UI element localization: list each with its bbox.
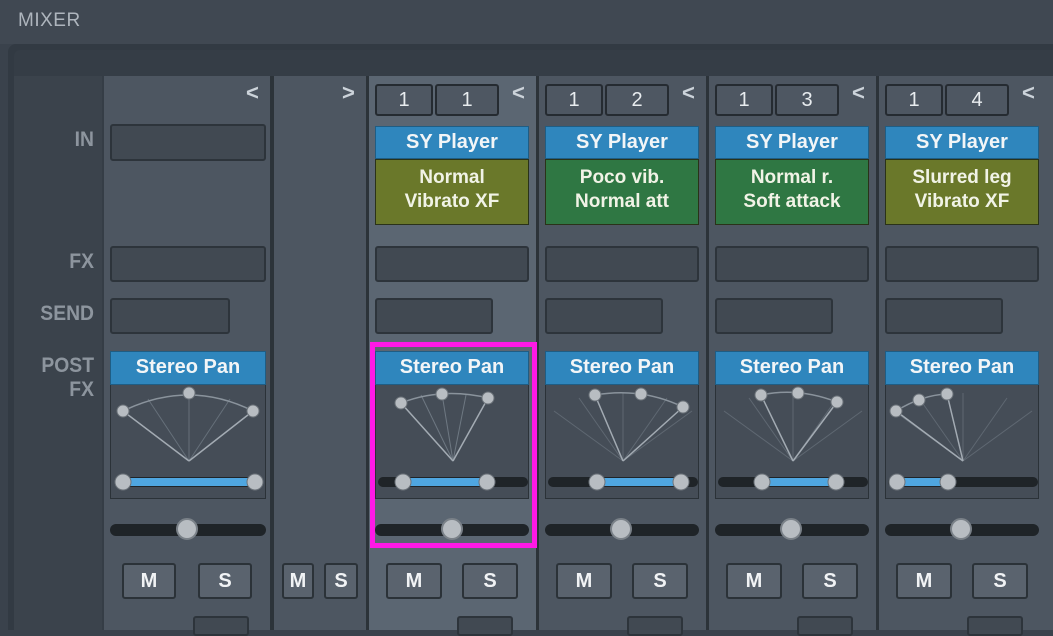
collapse-channel-4-button[interactable]: < [1022, 80, 1035, 106]
aux-solo-button[interactable]: S [324, 563, 358, 599]
channel-2-pan-graph [548, 387, 698, 491]
channel-4-preset[interactable]: Slurred leg Vibrato XF [885, 159, 1039, 225]
channel-4-mute-button[interactable]: M [896, 563, 952, 599]
channel-2-output-field[interactable] [627, 616, 683, 636]
channel-4-solo-button[interactable]: S [972, 563, 1028, 599]
channel-3-volume-knob[interactable] [780, 518, 802, 540]
master-mute-button[interactable]: M [122, 563, 176, 599]
channel-1-mute-button[interactable]: M [386, 563, 442, 599]
channel-3-output-field[interactable] [797, 616, 853, 636]
master-output-field[interactable] [193, 616, 249, 636]
channel-4-preset-line1: Slurred leg [912, 167, 1012, 188]
channel-3-mute-button[interactable]: M [726, 563, 782, 599]
master-stereo-pan-header[interactable]: Stereo Pan [110, 351, 266, 385]
selection-highlight [370, 342, 537, 548]
aux-mute-button[interactable]: M [282, 563, 314, 599]
channel-3-preset-line1: Normal r. [750, 167, 834, 188]
collapse-master-button[interactable]: < [246, 80, 259, 106]
channel-3-send-slot[interactable] [715, 298, 833, 334]
channel-4-send-slot[interactable] [885, 298, 1003, 334]
channel-3-channel-box[interactable]: 3 [775, 84, 839, 116]
channel-3-fx-slot[interactable] [715, 246, 869, 282]
channel-2-instrument-header[interactable]: SY Player [545, 126, 699, 159]
channel-1-preset-line2: Vibrato XF [404, 191, 500, 212]
master-solo-button[interactable]: S [198, 563, 252, 599]
channel-4-output-field[interactable] [967, 616, 1023, 636]
mixer-titlebar [0, 0, 1053, 44]
collapse-channel-1-button[interactable]: < [512, 80, 525, 106]
channel-3-port-box[interactable]: 1 [715, 84, 773, 116]
channel-2-send-slot[interactable] [545, 298, 663, 334]
master-stereo-pan-display[interactable] [110, 385, 266, 499]
channel-4-instrument-header[interactable]: SY Player [885, 126, 1039, 159]
master-input-slot[interactable] [110, 124, 266, 161]
channel-1-channel-box[interactable]: 1 [435, 84, 499, 116]
row-label-fx: FX [69, 250, 94, 273]
channel-1-send-slot[interactable] [375, 298, 493, 334]
channel-2-stereo-pan-header[interactable]: Stereo Pan [545, 351, 699, 385]
channel-1-instrument-header[interactable]: SY Player [375, 126, 529, 159]
row-label-send: SEND [40, 302, 94, 325]
channel-4-pan-graph [888, 387, 1038, 491]
channel-1-port-box[interactable]: 1 [375, 84, 433, 116]
channel-3-preset[interactable]: Normal r. Soft attack [715, 159, 869, 225]
channel-4-channel-box[interactable]: 4 [945, 84, 1009, 116]
master-volume-knob[interactable] [176, 518, 198, 540]
channel-2-preset-line2: Normal att [575, 191, 669, 212]
channel-4-port-box[interactable]: 1 [885, 84, 943, 116]
channel-2-preset[interactable]: Poco vib. Normal att [545, 159, 699, 225]
channel-4-stereo-pan-header[interactable]: Stereo Pan [885, 351, 1039, 385]
channel-2-fx-slot[interactable] [545, 246, 699, 282]
channel-2-preset-line1: Poco vib. [579, 167, 665, 188]
channel-3-solo-button[interactable]: S [802, 563, 858, 599]
collapse-channel-3-button[interactable]: < [852, 80, 865, 106]
channel-4-volume-knob[interactable] [950, 518, 972, 540]
collapse-channel-2-button[interactable]: < [682, 80, 695, 106]
channel-4-stereo-pan-display[interactable] [885, 385, 1039, 499]
row-label-post-fx: POST FX [41, 354, 94, 401]
channel-1-preset[interactable]: Normal Vibrato XF [375, 159, 529, 225]
channel-4-preset-line2: Vibrato XF [914, 191, 1010, 212]
channel-2-mute-button[interactable]: M [556, 563, 612, 599]
row-label-in: IN [74, 128, 94, 151]
master-pan-graph [114, 386, 264, 491]
master-send-slot[interactable] [110, 298, 230, 334]
channel-3-stereo-pan-display[interactable] [715, 385, 869, 499]
aux-strip [274, 76, 366, 630]
channel-2-volume-knob[interactable] [610, 518, 632, 540]
channel-1-fx-slot[interactable] [375, 246, 529, 282]
window-title: MIXER [18, 10, 81, 31]
master-fx-slot[interactable] [110, 246, 266, 282]
channel-2-channel-box[interactable]: 2 [605, 84, 669, 116]
channel-2-solo-button[interactable]: S [632, 563, 688, 599]
channel-2-stereo-pan-display[interactable] [545, 385, 699, 499]
channel-3-pan-graph [718, 386, 868, 491]
channel-3-instrument-header[interactable]: SY Player [715, 126, 869, 159]
channel-4-fx-slot[interactable] [885, 246, 1039, 282]
channel-1-preset-line1: Normal [419, 167, 485, 188]
row-label-column [14, 76, 102, 630]
channel-3-preset-line2: Soft attack [743, 191, 841, 212]
channel-2-port-box[interactable]: 1 [545, 84, 603, 116]
channel-1-solo-button[interactable]: S [462, 563, 518, 599]
channel-1-output-field[interactable] [457, 616, 513, 636]
channel-3-stereo-pan-header[interactable]: Stereo Pan [715, 351, 869, 385]
expand-aux-button[interactable]: > [342, 80, 355, 106]
